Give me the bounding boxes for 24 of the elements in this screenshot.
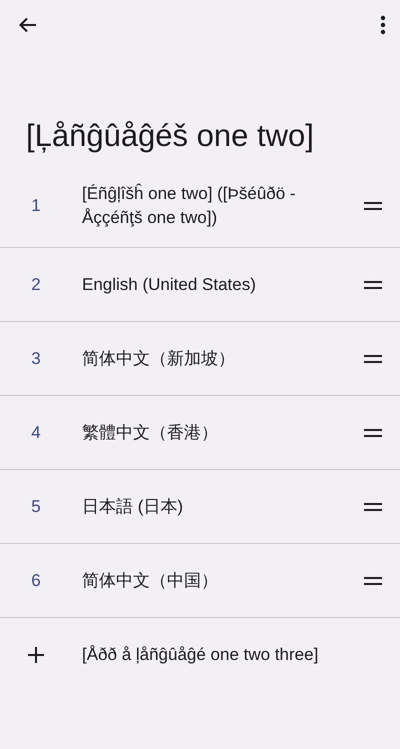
language-number: 6 [30,570,42,592]
language-number: 5 [30,496,42,518]
language-name: 繁體中文（香港） [82,422,219,444]
plus-icon [28,647,44,663]
drag-handle-icon[interactable] [364,202,382,210]
language-number: 3 [30,348,42,370]
more-options-button[interactable] [378,13,388,37]
language-name: 简体中文（新加坡） [82,348,236,370]
language-number: 1 [30,194,42,217]
back-arrow-icon [18,15,38,35]
language-name: [Éñĝļîšĥ one two] ([Þšéûðö - Åççéñţš one two]) [82,182,297,229]
drag-handle-icon[interactable] [364,502,382,510]
drag-handle-icon[interactable] [364,428,382,436]
language-number: 2 [30,274,42,296]
add-language-button[interactable]: [Åðð å ļåñĝûåĝé one two three] [0,618,400,692]
page-title: [Ļåñĝûåĝéš one two] [26,117,315,155]
language-name: English (United States) [82,274,257,296]
language-name: 简体中文（中国） [82,570,219,592]
more-vertical-icon [380,15,386,35]
language-name: 日本語 (日本) [82,496,184,518]
drag-handle-icon[interactable] [364,354,382,362]
language-number: 4 [30,422,42,444]
drag-handle-icon[interactable] [364,280,382,288]
drag-handle-icon[interactable] [364,576,382,584]
